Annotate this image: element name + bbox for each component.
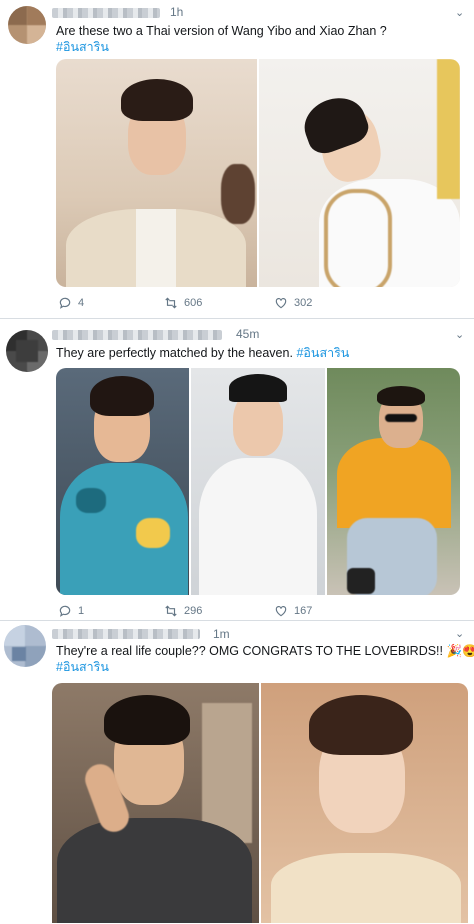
retweet-count: 296	[184, 605, 203, 617]
reply-button[interactable]: 1	[58, 604, 84, 618]
like-count: 302	[294, 297, 313, 309]
photo-2[interactable]	[261, 683, 468, 923]
tweet-body: Are these two a Thai version of Wang Yib…	[56, 24, 387, 38]
hashtag-link[interactable]: #อินสาริน	[56, 660, 109, 674]
photo-1[interactable]	[56, 368, 190, 595]
chevron-down-icon[interactable]: ⌄	[455, 328, 464, 341]
divider	[0, 318, 474, 319]
tweet-text: They are perfectly matched by the heaven…	[56, 345, 349, 361]
photo-3[interactable]	[326, 368, 460, 595]
timestamp[interactable]: 1m	[213, 627, 230, 641]
chevron-down-icon[interactable]: ⌄	[455, 627, 464, 640]
like-count: 167	[294, 605, 313, 617]
photo-2[interactable]	[191, 368, 325, 595]
blurred-username[interactable]	[52, 629, 200, 639]
retweet-button[interactable]: 296	[164, 604, 202, 618]
reply-icon	[59, 605, 71, 617]
like-button[interactable]: 302	[274, 296, 312, 310]
tweet-3[interactable]: 1m ⌄ They're a real life couple?? OMG CO…	[0, 621, 474, 924]
retweet-icon	[165, 605, 177, 617]
blurred-username[interactable]	[52, 8, 160, 18]
tweet-text: They're a real life couple?? OMG CONGRAT…	[56, 643, 474, 659]
retweet-button[interactable]: 606	[164, 296, 202, 310]
photo-1[interactable]	[52, 683, 259, 923]
reply-icon	[59, 297, 71, 309]
timestamp[interactable]: 45m	[236, 327, 259, 341]
reply-count: 4	[78, 297, 85, 309]
media-grid[interactable]	[52, 683, 468, 923]
chevron-down-icon[interactable]: ⌄	[455, 6, 464, 19]
timestamp[interactable]: 1h	[170, 5, 183, 19]
tweet-actions: 4 606 302	[56, 296, 460, 314]
media-grid[interactable]	[56, 368, 460, 595]
tweet-body: They are perfectly matched by the heaven…	[56, 346, 293, 360]
hashtag-link[interactable]: #อินสาริน	[296, 346, 349, 360]
retweet-count: 606	[184, 297, 203, 309]
retweet-icon	[165, 297, 177, 309]
hashtag-link[interactable]: #อินสาริน	[56, 40, 109, 54]
media-grid[interactable]	[56, 59, 460, 287]
tweet-body: They're a real life couple?? OMG CONGRAT…	[56, 644, 474, 658]
blurred-username[interactable]	[52, 330, 222, 340]
tweet-2[interactable]: 45m ⌄ They are perfectly matched by the …	[0, 320, 474, 620]
photo-2[interactable]	[259, 59, 460, 287]
hashtag-line: #อินสาริน	[56, 659, 109, 675]
heart-icon	[275, 606, 287, 617]
photo-1[interactable]	[56, 59, 257, 287]
avatar[interactable]	[4, 625, 46, 667]
hashtag-line: #อินสาริน	[56, 39, 109, 55]
reply-button[interactable]: 4	[58, 296, 84, 310]
like-button[interactable]: 167	[274, 604, 312, 618]
tweet-text: Are these two a Thai version of Wang Yib…	[56, 23, 387, 39]
reply-count: 1	[78, 605, 85, 617]
heart-icon	[275, 298, 287, 309]
avatar[interactable]	[6, 330, 48, 372]
avatar[interactable]	[8, 6, 46, 44]
tweet-1[interactable]: 1h ⌄ Are these two a Thai version of Wan…	[0, 0, 474, 320]
